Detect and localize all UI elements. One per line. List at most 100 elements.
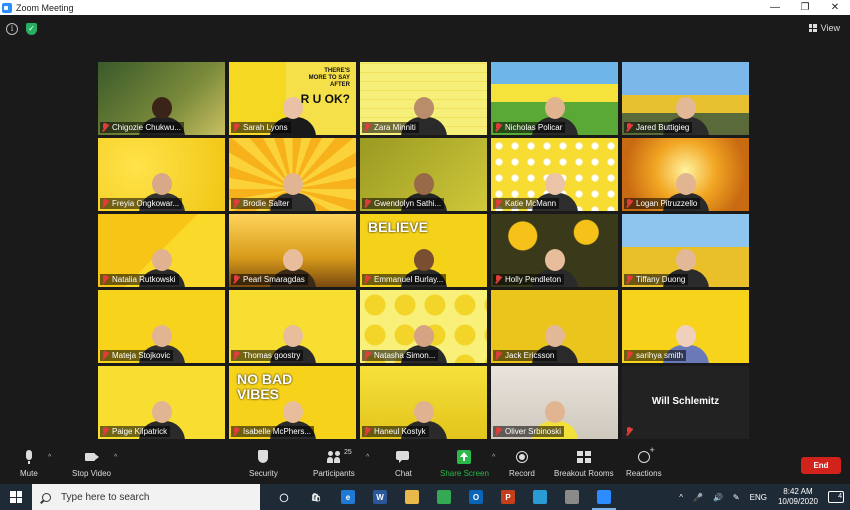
participant-video-tile[interactable]: Zara Minniti xyxy=(360,62,487,135)
clock[interactable]: 8:42 AM 10/09/2020 xyxy=(772,487,824,507)
outlook-icon: O xyxy=(469,490,483,504)
participant-video-tile[interactable]: Freyia Ongkowar... xyxy=(98,138,225,211)
tray-mic-icon[interactable]: 🎤 xyxy=(688,493,708,502)
taskbar-app-zoom[interactable] xyxy=(588,484,620,510)
chat-label: Chat xyxy=(395,469,412,478)
participant-name: Katie McMann xyxy=(505,199,557,208)
tray-overflow-chevron-icon[interactable]: ^ xyxy=(674,493,688,502)
participant-name: Thomas goostry xyxy=(243,351,301,360)
stop-video-button[interactable]: Stop Video xyxy=(72,450,111,478)
reactions-button[interactable]: Reactions xyxy=(626,445,662,478)
mic-muted-icon xyxy=(101,123,109,132)
participant-video-tile[interactable]: Natasha Simon... xyxy=(360,290,487,363)
breakout-label: Breakout Rooms xyxy=(554,469,614,478)
participant-video-tile[interactable]: sarihya smith xyxy=(622,290,749,363)
video-options-caret[interactable]: ^ xyxy=(114,454,117,461)
taskbar-app-chrome[interactable] xyxy=(428,484,460,510)
notifications-icon[interactable]: 4 xyxy=(828,491,844,503)
language-indicator[interactable]: ENG xyxy=(745,493,772,502)
audio-options-caret[interactable]: ^ xyxy=(48,454,51,461)
participant-name: Freyia Ongkowar... xyxy=(112,199,180,208)
participants-options-caret[interactable]: ^ xyxy=(366,454,369,461)
participant-video-tile[interactable]: Jack Ericsson xyxy=(491,290,618,363)
share-options-caret[interactable]: ^ xyxy=(492,454,495,461)
participant-video-tile[interactable]: Haneul Kostyk xyxy=(360,366,487,439)
security-button[interactable]: Security xyxy=(249,450,278,478)
close-button[interactable]: ✕ xyxy=(820,0,850,15)
participant-video-tile[interactable]: Jared Buttigieg xyxy=(622,62,749,135)
participants-label: Participants xyxy=(313,469,355,478)
taskbar-app-outlook[interactable]: O xyxy=(460,484,492,510)
participant-video-tile[interactable]: Thomas goostry xyxy=(229,290,356,363)
participant-video-tile[interactable]: Oliver Srbinoski xyxy=(491,366,618,439)
reactions-label: Reactions xyxy=(626,469,662,478)
participant-video-tile[interactable]: Katie McMann xyxy=(491,138,618,211)
participant-video-tile[interactable]: Pearl Smaragdas xyxy=(229,214,356,287)
taskbar-app-store[interactable]: 🛍 xyxy=(300,484,332,510)
participant-video-tile[interactable]: Will Schlemitz xyxy=(622,366,749,439)
record-icon xyxy=(515,450,529,464)
participant-video-tile[interactable]: Brodie Salter xyxy=(229,138,356,211)
participant-name-large: Will Schlemitz xyxy=(651,396,720,407)
taskbar-app-powerpoint[interactable]: P xyxy=(492,484,524,510)
taskbar-search-input[interactable] xyxy=(61,491,251,503)
search-icon xyxy=(42,492,51,502)
record-button[interactable]: Record xyxy=(509,450,535,478)
participant-nameplate: Sarah Lyons xyxy=(231,122,291,133)
participant-video-tile[interactable]: THERE'S MORE TO SAY AFTER R U OK? Sarah Lyon… xyxy=(229,62,356,135)
maximize-button[interactable]: ❐ xyxy=(790,0,820,15)
background-slogan-small: THERE'S MORE TO SAY AFTER xyxy=(309,68,350,89)
participant-nameplate: Zara Minniti xyxy=(362,122,419,133)
windows-logo-icon xyxy=(10,491,22,503)
participant-video-tile[interactable]: Natalia Rutkowski xyxy=(98,214,225,287)
chat-button[interactable]: Chat xyxy=(395,450,412,478)
encryption-shield-icon[interactable]: ✓ xyxy=(26,23,37,35)
store-icon: 🛍 xyxy=(310,492,322,502)
title-bar: Zoom Meeting — ❐ ✕ xyxy=(0,0,850,15)
taskbar-app-task-view[interactable]: ◯ xyxy=(268,484,300,510)
participant-nameplate: Haneul Kostyk xyxy=(362,426,429,437)
mic-muted-icon xyxy=(494,351,502,360)
taskbar-app-app-gear[interactable] xyxy=(556,484,588,510)
participant-video-tile[interactable]: Logan Pitruzzello xyxy=(622,138,749,211)
participant-video-tile[interactable]: BELIEVE Emmanuel Burlay... xyxy=(360,214,487,287)
taskbar-app-word[interactable]: W xyxy=(364,484,396,510)
participant-video-tile[interactable]: NO BAD VIBES Isabelle McPhers... xyxy=(229,366,356,439)
participant-name: Chigozie Chukwu... xyxy=(112,123,181,132)
participant-video-tile[interactable]: Gwendolyn Sathi... xyxy=(360,138,487,211)
mic-muted-icon xyxy=(625,123,633,132)
taskbar-app-edge[interactable]: e xyxy=(332,484,364,510)
participant-video-tile[interactable]: Tiffany Duong xyxy=(622,214,749,287)
mic-muted-icon xyxy=(363,427,371,436)
participant-nameplate: Freyia Ongkowar... xyxy=(100,198,183,209)
record-label: Record xyxy=(509,469,535,478)
mute-button[interactable]: Mute xyxy=(20,450,38,478)
view-button[interactable]: View xyxy=(808,23,840,33)
taskbar-search-box[interactable] xyxy=(32,484,260,510)
taskbar-app-app-teal[interactable] xyxy=(524,484,556,510)
system-tray: ^ 🎤 🔊 ✎ ENG 8:42 AM 10/09/2020 4 xyxy=(674,484,850,510)
zoom-icon xyxy=(597,490,611,504)
participant-video-tile[interactable]: Nicholas Policar xyxy=(491,62,618,135)
zoom-logo-icon xyxy=(2,2,12,13)
participant-video-tile[interactable]: Paige Kilpatrick xyxy=(98,366,225,439)
mic-muted-icon xyxy=(625,199,633,208)
minimize-button[interactable]: — xyxy=(760,0,790,15)
pen-icon[interactable]: ✎ xyxy=(728,493,745,502)
app-teal-icon xyxy=(533,490,547,504)
security-shield-icon xyxy=(256,450,270,464)
taskbar-app-file-explorer[interactable] xyxy=(396,484,428,510)
participant-video-tile[interactable]: Mateja Stojkovic xyxy=(98,290,225,363)
mic-muted-icon xyxy=(101,351,109,360)
start-button[interactable] xyxy=(0,484,32,510)
breakout-rooms-button[interactable]: Breakout Rooms xyxy=(554,450,614,478)
participant-nameplate: Jack Ericsson xyxy=(493,350,558,361)
participant-nameplate: Tiffany Duong xyxy=(624,274,689,285)
participant-name: sarihya smith xyxy=(636,351,684,360)
participant-video-tile[interactable]: Holly Pendleton xyxy=(491,214,618,287)
participant-video-tile[interactable]: Chigozie Chukwu... xyxy=(98,62,225,135)
share-screen-button[interactable]: Share Screen xyxy=(440,450,489,478)
meeting-info-icon[interactable]: i xyxy=(6,23,18,35)
end-meeting-button[interactable]: End xyxy=(801,457,841,474)
volume-icon[interactable]: 🔊 xyxy=(708,493,728,502)
